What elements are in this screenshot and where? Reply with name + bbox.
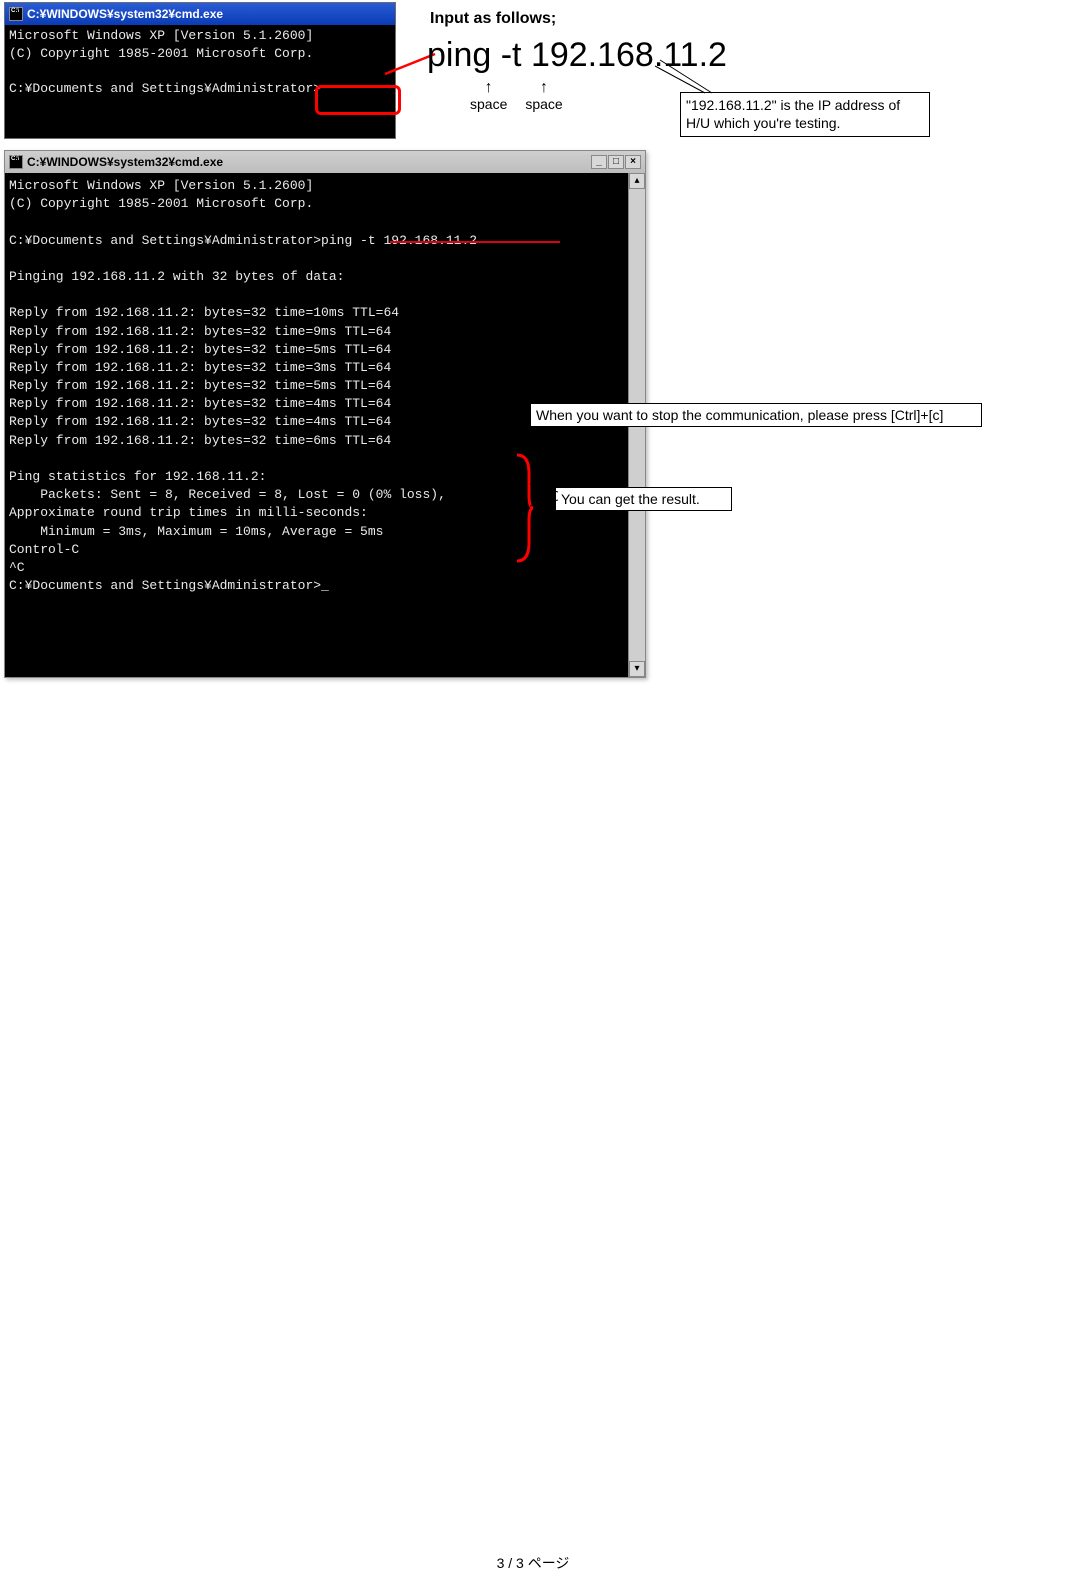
ip-address-note: "192.168.11.2" is the IP address of H/U … xyxy=(680,92,930,137)
prompt-end: C:¥Documents and Settings¥Administrator>… xyxy=(9,578,329,593)
line: Microsoft Windows XP [Version 5.1.2600] xyxy=(9,28,313,43)
example-command: ping -t 192.168.11.2 xyxy=(427,36,727,75)
stats-line: Minimum = 3ms, Maximum = 10ms, Average =… xyxy=(9,524,383,539)
space-label-1: ↑ space xyxy=(470,80,507,112)
page-footer: 3 / 3 ページ xyxy=(0,1553,1066,1573)
minimize-button[interactable]: _ xyxy=(591,155,607,169)
stats-line: Approximate round trip times in milli-se… xyxy=(9,505,368,520)
instruction-heading: Input as follows; xyxy=(430,10,556,28)
red-highlight-box xyxy=(315,85,401,115)
reply-line: Reply from 192.168.11.2: bytes=32 time=9… xyxy=(9,324,391,339)
line: (C) Copyright 1985-2001 Microsoft Corp. xyxy=(9,46,313,61)
titlebar-small: C:¥WINDOWS¥system32¥cmd.exe xyxy=(5,3,395,25)
red-brace xyxy=(515,453,533,563)
stats-line: Ping statistics for 192.168.11.2: xyxy=(9,469,266,484)
callout-stop: When you want to stop the communication,… xyxy=(530,403,982,427)
cmd-icon xyxy=(9,155,23,169)
titlebar-small-text: C:¥WINDOWS¥system32¥cmd.exe xyxy=(27,7,223,21)
scroll-up-icon[interactable]: ▴ xyxy=(629,173,645,189)
reply-line: Reply from 192.168.11.2: bytes=32 time=3… xyxy=(9,360,391,375)
cmd-icon xyxy=(9,7,23,21)
stats-line: Packets: Sent = 8, Received = 8, Lost = … xyxy=(9,487,446,502)
up-arrow-icon: ↑ xyxy=(485,80,493,96)
line: (C) Copyright 1985-2001 Microsoft Corp. xyxy=(9,196,313,211)
titlebar-large-text: C:¥WINDOWS¥system32¥cmd.exe xyxy=(27,155,223,169)
maximize-button[interactable]: □ xyxy=(608,155,624,169)
line: Control-C xyxy=(9,542,79,557)
close-button[interactable]: × xyxy=(625,155,641,169)
reply-line: Reply from 192.168.11.2: bytes=32 time=5… xyxy=(9,342,391,357)
space-text: space xyxy=(470,96,507,112)
reply-line: Reply from 192.168.11.2: bytes=32 time=5… xyxy=(9,378,391,393)
line: Microsoft Windows XP [Version 5.1.2600] xyxy=(9,178,313,193)
space-label-2: ↑ space xyxy=(525,80,562,112)
scroll-down-icon[interactable]: ▾ xyxy=(629,661,645,677)
line: Pinging 192.168.11.2 with 32 bytes of da… xyxy=(9,269,344,284)
titlebar-large: C:¥WINDOWS¥system32¥cmd.exe _ □ × xyxy=(5,151,645,173)
reply-line: Reply from 192.168.11.2: bytes=32 time=1… xyxy=(9,305,399,320)
space-text: space xyxy=(525,96,562,112)
cmd-body-small: Microsoft Windows XP [Version 5.1.2600] … xyxy=(5,25,395,138)
prompt: C:¥Documents and Settings¥Administrator> xyxy=(9,81,321,96)
red-underline xyxy=(390,241,560,243)
cmd-window-small: C:¥WINDOWS¥system32¥cmd.exe Microsoft Wi… xyxy=(4,2,396,139)
line: ^C xyxy=(9,560,25,575)
space-labels: ↑ space ↑ space xyxy=(470,80,563,112)
reply-line: Reply from 192.168.11.2: bytes=32 time=6… xyxy=(9,433,391,448)
reply-line: Reply from 192.168.11.2: bytes=32 time=4… xyxy=(9,414,391,429)
up-arrow-icon: ↑ xyxy=(540,80,548,96)
reply-line: Reply from 192.168.11.2: bytes=32 time=4… xyxy=(9,396,391,411)
callout-result: You can get the result. xyxy=(555,487,732,511)
